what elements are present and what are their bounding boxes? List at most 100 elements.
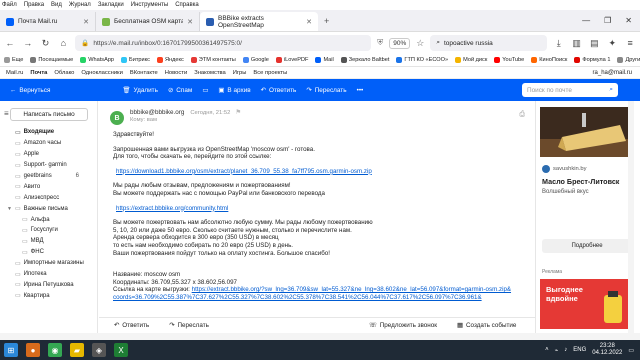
forward-arrow-icon[interactable]: →: [22, 38, 34, 48]
volume-icon[interactable]: ♪: [564, 347, 567, 353]
menu-item[interactable]: Закладки: [98, 2, 124, 8]
firefox-icon[interactable]: ●: [26, 343, 40, 357]
bookmark-item[interactable]: КиноПоиск: [531, 57, 567, 63]
menu-item[interactable]: Файл: [2, 2, 17, 8]
sender-address[interactable]: bbbike@bbbike.org: [130, 109, 184, 116]
bookmark-item[interactable]: Mail: [315, 57, 334, 63]
sidebar-folder[interactable]: ▭ Авито: [0, 181, 97, 192]
menu-item[interactable]: Правка: [24, 2, 44, 8]
portal-link[interactable]: ВКонтакте: [130, 70, 158, 76]
community-link[interactable]: https://extract.bbbike.org/community.htm…: [113, 205, 523, 213]
bookmark-item[interactable]: Формула 1: [574, 57, 610, 63]
bookmark-item[interactable]: ЭТМ контакты: [190, 57, 236, 63]
bookmark-item[interactable]: ГТП КО «ЕСОО»: [396, 57, 448, 63]
extensions-icon[interactable]: ✦: [606, 38, 618, 49]
recipient[interactable]: Кому: вам: [130, 117, 157, 123]
portal-link[interactable]: Mail.ru: [6, 70, 23, 76]
bookmark-item[interactable]: Битрикс: [121, 57, 150, 63]
excel-icon[interactable]: X: [114, 343, 128, 357]
sidebar-folder[interactable]: ▭ Импортные магазины: [0, 258, 97, 269]
window-close-icon[interactable]: ✕: [625, 16, 632, 25]
address-bar[interactable]: 🔒 https://e.mail.ru/inbox/0:167017995003…: [75, 35, 372, 51]
portal-link[interactable]: Знакомства: [194, 70, 226, 76]
menu-item[interactable]: Журнал: [69, 2, 91, 8]
sidebar-folder[interactable]: ▭ Apple: [0, 149, 97, 160]
menu-item[interactable]: Вид: [51, 2, 62, 8]
portal-link[interactable]: Почта: [30, 70, 47, 76]
back-arrow-icon[interactable]: ←: [4, 38, 16, 48]
bookmark-item[interactable]: Зеркало Baltbet: [340, 57, 389, 63]
sidebar-folder[interactable]: ▭ МВД: [0, 236, 97, 247]
sidebar-folder[interactable]: ▭ ФНС: [0, 247, 97, 258]
chevron-icon[interactable]: ▼: [7, 206, 12, 212]
explorer-icon[interactable]: ▰: [70, 343, 84, 357]
start-icon[interactable]: ⊞: [4, 343, 18, 357]
tab-osm-map[interactable]: Бесплатная OSM карта Тороа ✕: [96, 12, 200, 31]
bookmark-item[interactable]: iLovePDF: [275, 57, 308, 63]
forward-button[interactable]: ↷ Переслать: [306, 86, 346, 95]
sidebar-folder[interactable]: ▭ Алиэкспресс: [0, 192, 97, 203]
portal-link[interactable]: Игры: [233, 70, 247, 76]
app-icon[interactable]: ◈: [92, 343, 106, 357]
bookmark-item[interactable]: WhatsApp: [80, 57, 114, 63]
close-icon[interactable]: ✕: [306, 18, 312, 26]
account-email[interactable]: ra_ha@mail.ru: [593, 70, 632, 76]
sidebar-folder[interactable]: ▭ Support- garmin: [0, 160, 97, 171]
maximize-icon[interactable]: ❐: [604, 16, 611, 25]
promo-banner[interactable]: Выгоднее вдвойне: [540, 279, 632, 329]
bookmark-item[interactable]: Другие закладки: [617, 57, 640, 63]
mail-search-input[interactable]: Поиск по почте ⌕: [522, 83, 618, 97]
notifications-icon[interactable]: ▭: [628, 347, 634, 354]
sidebar-folder[interactable]: ▭ Ипотека: [0, 269, 97, 280]
flag-icon[interactable]: ⚑: [235, 109, 241, 116]
call-button[interactable]: ☏ Предложить звонок: [369, 322, 437, 329]
bookmark-item[interactable]: Посещаемые: [30, 57, 73, 63]
menu-item[interactable]: Инструменты: [131, 2, 168, 8]
compose-button[interactable]: Написать письмо: [10, 108, 88, 121]
reply-button[interactable]: ↶ Ответить: [114, 322, 149, 329]
portal-link[interactable]: Облако: [54, 70, 74, 76]
back-button[interactable]: ← Вернуться: [10, 87, 50, 94]
sidebar-folder[interactable]: ▭ geetbrains 6: [0, 171, 97, 182]
bookmark-item[interactable]: YouTube: [494, 57, 524, 63]
sidebar-icon[interactable]: ▤: [589, 38, 601, 49]
library-icon[interactable]: ▥: [571, 38, 583, 49]
tracking-shield-icon[interactable]: ⛨: [377, 38, 383, 48]
more-button[interactable]: •••: [357, 87, 364, 94]
bookmark-item[interactable]: Яндекс: [156, 57, 184, 63]
ad-scrollbar[interactable]: [628, 101, 634, 333]
downloads-icon[interactable]: ⤓: [553, 38, 565, 49]
move-button[interactable]: ▭: [202, 86, 208, 94]
map-link-cont[interactable]: coords=36.709%2C55.387%7C37.627%2C55.327…: [113, 294, 523, 302]
menu-icon[interactable]: ≡: [4, 109, 9, 118]
forward-button[interactable]: ↷ Переслать: [169, 322, 209, 329]
bookmark-item[interactable]: Google: [242, 57, 269, 63]
cheese-ad-image[interactable]: [540, 107, 630, 157]
menu-item[interactable]: Справка: [175, 2, 199, 8]
sidebar-folder[interactable]: ▭ Квартира: [0, 290, 97, 301]
close-icon[interactable]: ✕: [187, 18, 193, 26]
tab-bbbike[interactable]: BBBike extracts OpenStreetMap ✕: [200, 12, 318, 31]
sidebar-folder[interactable]: ▭ Входящие: [0, 127, 97, 138]
language-indicator[interactable]: ENG: [573, 347, 586, 353]
network-icon[interactable]: ⌁: [555, 347, 559, 354]
print-icon[interactable]: ⎙: [519, 111, 525, 119]
bookmark-item[interactable]: Еще: [4, 57, 23, 63]
menu-icon[interactable]: ≡: [624, 38, 636, 48]
sidebar-folder[interactable]: ▼ ▭ Важные письма: [0, 203, 97, 214]
bookmark-item[interactable]: Мой диск: [455, 57, 487, 63]
ad-domain[interactable]: savushkin.by: [553, 166, 587, 172]
sidebar-folder[interactable]: ▭ Альфа: [0, 214, 97, 225]
portal-link[interactable]: Одноклассники: [81, 70, 122, 76]
tray-up-icon[interactable]: ˄: [545, 347, 549, 353]
sidebar-folder[interactable]: ▭ Ирина Петушкова: [0, 279, 97, 290]
portal-link[interactable]: Все проекты: [253, 70, 287, 76]
close-icon[interactable]: ✕: [83, 18, 89, 26]
delete-button[interactable]: 🗑 Удалить: [122, 86, 158, 95]
event-button[interactable]: ▦ Создать событие: [457, 322, 516, 329]
download-link[interactable]: https://download1.bbbike.org/osm/extract…: [113, 168, 523, 176]
sidebar-folder[interactable]: ▭ Госуслуги: [0, 225, 97, 236]
map-link[interactable]: https://extract.bbbike.org/?sw_lng=36.70…: [192, 286, 511, 293]
minimize-icon[interactable]: —: [582, 16, 590, 25]
archive-button[interactable]: ▣ В архив: [218, 86, 250, 95]
